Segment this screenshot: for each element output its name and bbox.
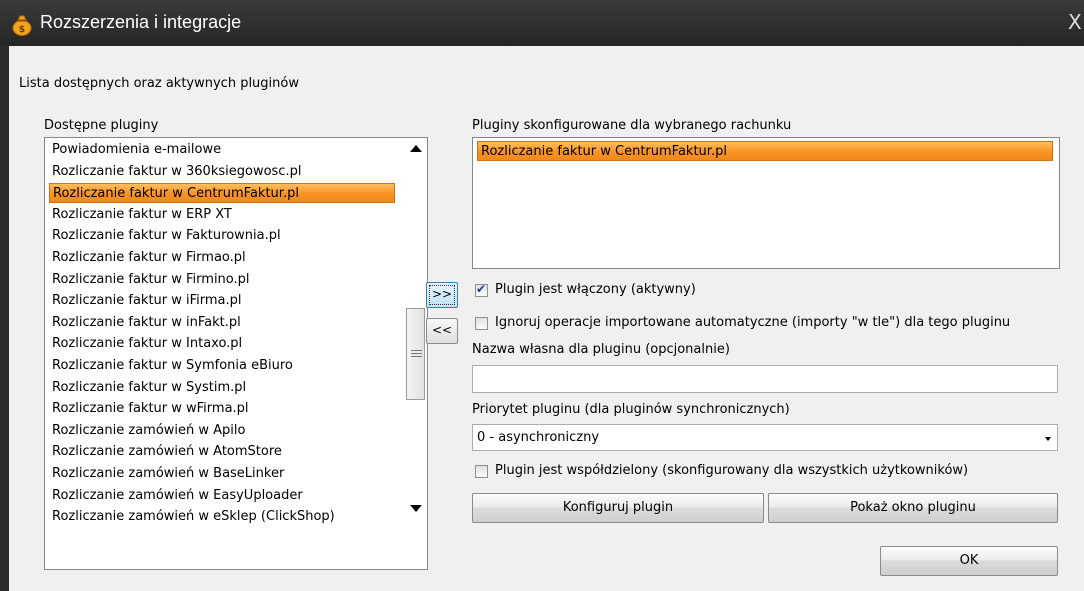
svg-text:$: $ [19,25,25,35]
priority-select[interactable]: 0 - asynchroniczny [472,424,1058,451]
available-plugins-label: Dostępne pluginy [44,118,159,133]
list-item[interactable]: Rozliczanie faktur w ERP XT [49,205,398,225]
list-item[interactable]: Rozliczanie faktur w CentrumFaktur.pl [477,141,1053,161]
configured-plugins-label: Pluginy skonfigurowane dla wybranego rac… [472,118,792,133]
list-item[interactable]: Rozliczanie faktur w 360ksiegowosc.pl [49,162,398,182]
chevron-down-icon [1045,437,1051,441]
list-item[interactable]: Powiadomienia e-mailowe [49,140,398,160]
window-titlebar: $ Rozszerzenia i integracje X [0,0,1084,46]
list-item[interactable]: Rozliczanie faktur w inFakt.pl [49,313,398,333]
list-item[interactable]: Rozliczanie faktur w Symfonia eBiuro [49,356,398,376]
scroll-thumb[interactable] [406,308,425,400]
custom-name-label: Nazwa własna dla pluginu (opcjonalnie) [472,342,730,357]
list-item[interactable]: Rozliczanie faktur w Systim.pl [49,378,398,398]
priority-label: Priorytet pluginu (dla pluginów synchron… [472,402,790,417]
list-item[interactable]: Rozliczanie faktur w Firmao.pl [49,248,398,268]
available-plugins-list[interactable]: Powiadomienia e-mailowe Rozliczanie faktu… [44,137,428,570]
plugin-enabled-label: Plugin jest włączony (aktywny) [495,282,696,297]
list-item[interactable]: Rozliczanie faktur w Firmino.pl [49,270,398,290]
plugin-shared-label: Plugin jest współdzielony (skonfigurowan… [495,463,969,478]
list-item[interactable]: Rozliczanie faktur w wFirma.pl [49,399,398,419]
list-item[interactable]: Rozliczanie faktur w Fakturownia.pl [49,226,398,246]
configure-plugin-button[interactable]: Konfiguruj plugin [472,493,764,523]
list-item[interactable]: Rozliczanie faktur w iFirma.pl [49,291,398,311]
list-item[interactable]: Rozliczanie zamówień w AtomStore [49,442,398,462]
list-item[interactable]: Rozliczanie faktur w CentrumFaktur.pl [49,183,395,204]
add-plugin-button[interactable]: >> [426,282,458,308]
ignore-imports-label: Ignoruj operacje importowane automatyczn… [495,315,1011,330]
ok-button[interactable]: OK [880,546,1058,576]
list-item[interactable]: Rozliczanie zamówień w BaseLinker [49,464,398,484]
window-title: Rozszerzenia i integracje [40,12,242,32]
list-item[interactable]: Rozliczanie faktur w Intaxo.pl [49,334,398,354]
list-item[interactable]: Rozliczanie zamówień w EasyUploader [49,486,398,506]
close-icon[interactable]: X [1068,10,1082,34]
plugin-shared-checkbox[interactable] [475,465,488,478]
priority-select-value: 0 - asynchroniczny [477,430,600,445]
ignore-imports-checkbox[interactable] [475,317,488,330]
show-plugin-window-button[interactable]: Pokaż okno pluginu [768,493,1058,523]
list-item[interactable]: Rozliczanie zamówień w Apilo [49,421,398,441]
list-item[interactable]: Rozliczanie zamówień w eSklep (ClickShop… [49,507,398,527]
configured-plugins-list[interactable]: Rozliczanie faktur w CentrumFaktur.pl [472,137,1060,269]
remove-plugin-button[interactable]: << [426,318,458,344]
custom-name-input[interactable] [472,365,1058,393]
plugin-enabled-checkbox[interactable] [475,282,488,297]
intro-label: Lista dostępnych oraz aktywnych pluginów [19,76,299,91]
grip-icon [411,350,422,359]
money-bag-icon: $ [12,15,32,36]
dialog-client-area: Lista dostępnych oraz aktywnych pluginów… [9,46,1084,591]
scroll-up-arrow-icon[interactable] [406,138,425,158]
scroll-down-arrow-icon[interactable] [406,498,425,518]
available-plugins-scrollbar[interactable] [406,138,425,567]
